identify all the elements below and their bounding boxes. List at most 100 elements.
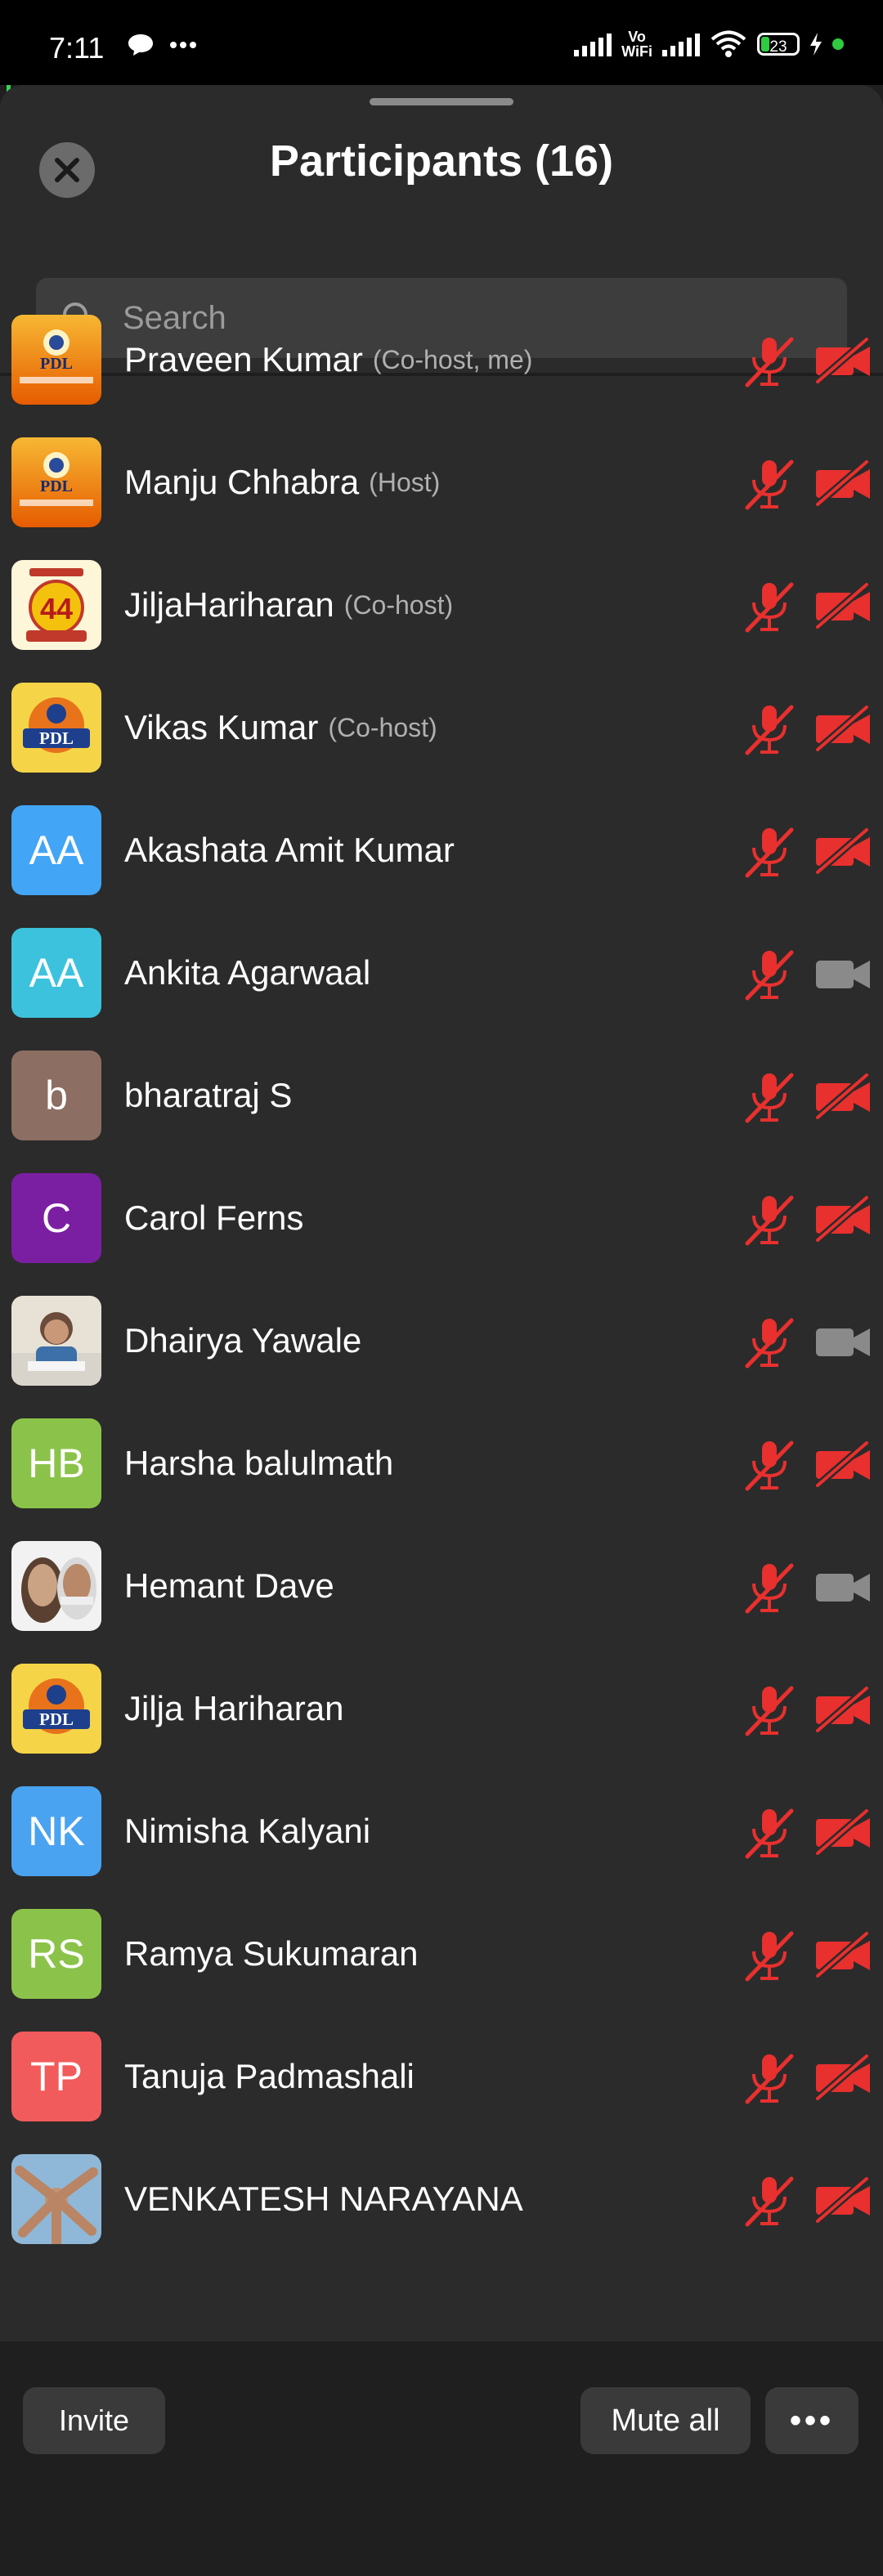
video-off-icon[interactable]	[814, 704, 872, 753]
participant-role: (Co-host)	[343, 589, 454, 620]
mic-muted-icon[interactable]	[742, 2174, 796, 2228]
participant-name-wrap: Harsha balulmath	[124, 1402, 393, 1525]
signal-icon	[662, 32, 700, 56]
participant-row[interactable]: AA Ankita Agarwaal	[0, 912, 883, 1034]
participant-name-wrap: Ramya Sukumaran	[124, 1893, 418, 2015]
participant-row[interactable]: RS Ramya Sukumaran	[0, 1893, 883, 2015]
more-options-button[interactable]: •••	[765, 2387, 858, 2454]
participant-name: Dhairya Yawale	[124, 1321, 362, 1360]
avatar: C	[11, 1173, 101, 1263]
mic-muted-icon[interactable]	[742, 1929, 796, 1982]
drag-handle[interactable]	[370, 98, 513, 105]
wifi-icon	[710, 30, 746, 57]
chat-bubble-icon	[128, 34, 153, 56]
mic-muted-icon[interactable]	[742, 948, 796, 1001]
video-on-icon[interactable]	[814, 949, 872, 998]
participant-name: Tanuja Padmashali	[124, 2057, 415, 2095]
participant-name-wrap: Vikas Kumar (Co-host)	[124, 666, 437, 789]
status-time: 7:11	[49, 31, 105, 65]
avatar-initials: RS	[28, 1931, 85, 1977]
video-off-icon[interactable]	[814, 827, 872, 876]
mic-muted-icon[interactable]	[742, 1438, 796, 1492]
participant-name-wrap: Akashata Amit Kumar	[124, 789, 455, 912]
avatar: RS	[11, 1909, 101, 1999]
participant-name-wrap: Hemant Dave	[124, 1525, 334, 1647]
mic-muted-icon[interactable]	[742, 457, 796, 511]
participant-name: bharatraj S	[124, 1076, 293, 1114]
participant-name-wrap: Manju Chhabra (Host)	[124, 421, 440, 544]
video-off-icon[interactable]	[814, 336, 872, 385]
mic-muted-icon[interactable]	[742, 2051, 796, 2105]
mic-muted-icon[interactable]	[742, 1315, 796, 1369]
more-dots-icon	[170, 42, 196, 48]
page-title: Participants (16)	[269, 137, 614, 186]
participant-name-wrap: Nimisha Kalyani	[124, 1770, 370, 1893]
participant-row[interactable]: PDL Manju Chhabra (Host)	[0, 421, 883, 544]
participant-name: Praveen Kumar	[124, 340, 363, 379]
avatar: TP	[11, 2032, 101, 2121]
avatar-initials: AA	[29, 827, 84, 873]
participant-row[interactable]: C Carol Ferns	[0, 1157, 883, 1279]
participant-name: Harsha balulmath	[124, 1444, 394, 1482]
participant-row[interactable]: 44 JiljaHariharan (Co-host)	[0, 544, 883, 666]
pdl-logo: PDL	[11, 1664, 101, 1754]
svg-text:PDL: PDL	[40, 355, 73, 373]
mic-muted-icon[interactable]	[742, 1070, 796, 1124]
video-off-icon[interactable]	[814, 2175, 872, 2224]
participant-name-wrap: bharatraj S	[124, 1034, 292, 1157]
participant-row[interactable]: b bharatraj S	[0, 1034, 883, 1157]
participant-row[interactable]: PDL Vikas Kumar (Co-host)	[0, 666, 883, 789]
signal-icon	[574, 32, 612, 56]
video-off-icon[interactable]	[814, 1685, 872, 1734]
participant-row[interactable]: AA Akashata Amit Kumar	[0, 789, 883, 912]
svg-text:PDL: PDL	[39, 728, 74, 748]
invite-button[interactable]: Invite	[23, 2387, 165, 2454]
mic-muted-icon[interactable]	[742, 580, 796, 634]
participant-row[interactable]: NK Nimisha Kalyani	[0, 1770, 883, 1893]
svg-text:44: 44	[40, 592, 73, 625]
video-off-icon[interactable]	[814, 1930, 872, 1979]
footer-toolbar: Invite Mute all •••	[0, 2341, 883, 2475]
video-on-icon[interactable]	[814, 1317, 872, 1366]
video-off-icon[interactable]	[814, 1072, 872, 1121]
avatar: PDL	[11, 315, 101, 405]
vowifi-icon: Vo WiFi	[621, 29, 652, 60]
participant-name-wrap: VENKATESH NARAYANA	[124, 2138, 523, 2260]
mic-muted-icon[interactable]	[742, 1683, 796, 1737]
mic-muted-icon[interactable]	[742, 1806, 796, 1860]
participant-name: Carol Ferns	[124, 1198, 304, 1237]
participant-name: Ramya Sukumaran	[124, 1934, 419, 1973]
participant-name: Manju Chhabra	[124, 463, 360, 501]
video-off-icon[interactable]	[814, 1808, 872, 1857]
mute-all-button[interactable]: Mute all	[580, 2387, 751, 2454]
video-off-icon[interactable]	[814, 459, 872, 508]
mic-muted-icon[interactable]	[742, 334, 796, 388]
participant-row[interactable]: Dhairya Yawale	[0, 1279, 883, 1402]
avatar: PDL	[11, 1664, 101, 1754]
mic-muted-icon[interactable]	[742, 1193, 796, 1247]
participant-row[interactable]: Hemant Dave	[0, 1525, 883, 1647]
mic-muted-icon[interactable]	[742, 825, 796, 879]
video-off-icon[interactable]	[814, 1194, 872, 1243]
participant-row[interactable]: HB Harsha balulmath	[0, 1402, 883, 1525]
mic-muted-icon[interactable]	[742, 702, 796, 756]
avatar	[11, 2154, 101, 2244]
avatar-initials: C	[41, 1195, 72, 1241]
video-off-icon[interactable]	[814, 1440, 872, 1489]
video-off-icon[interactable]	[814, 581, 872, 630]
participant-role: (Co-host, me)	[372, 344, 533, 374]
participant-name-wrap: Tanuja Padmashali	[124, 2015, 415, 2138]
avatar: HB	[11, 1418, 101, 1508]
participant-row[interactable]: TP Tanuja Padmashali	[0, 2015, 883, 2138]
video-off-icon[interactable]	[814, 2053, 872, 2102]
battery-level: 23	[769, 38, 787, 56]
participant-row[interactable]: VENKATESH NARAYANA	[0, 2138, 883, 2260]
participant-row[interactable]: PDL Jilja Hariharan	[0, 1647, 883, 1770]
participant-name-wrap: Jilja Hariharan	[124, 1647, 343, 1770]
participant-row[interactable]: PDL Praveen Kumar (Co-host, me)	[0, 298, 883, 421]
video-on-icon[interactable]	[814, 1562, 872, 1611]
avatar: AA	[11, 805, 101, 895]
participant-name: JiljaHariharan	[124, 585, 334, 624]
participant-name-wrap: Dhairya Yawale	[124, 1279, 361, 1402]
mic-muted-icon[interactable]	[742, 1561, 796, 1615]
